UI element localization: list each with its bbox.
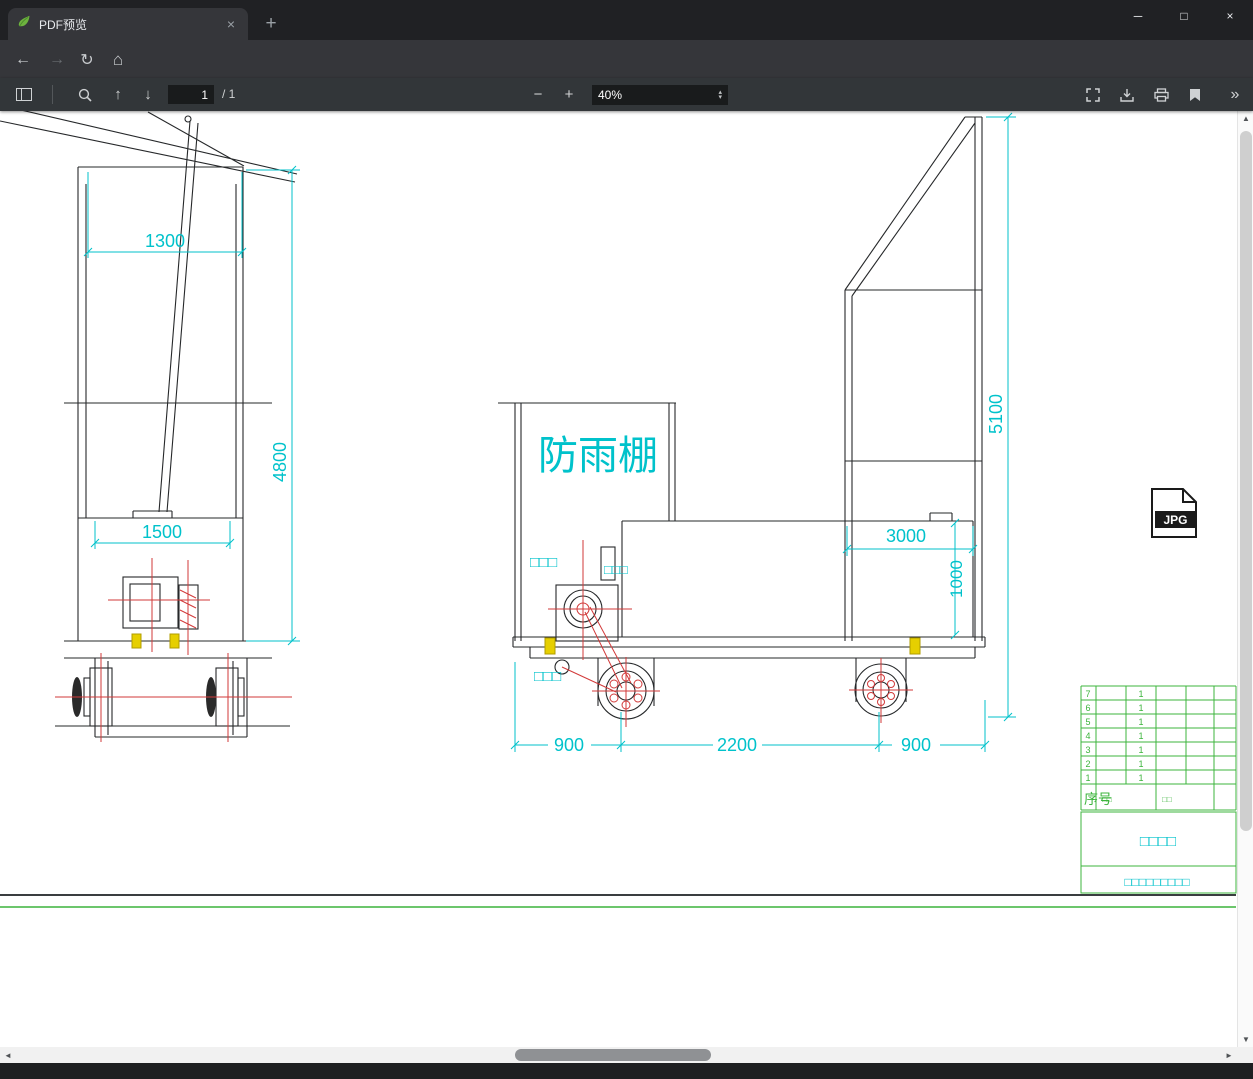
scrollbar-corner — [1237, 1047, 1253, 1063]
cad-drawing: 1300 4800 1500 防雨棚 □□□ □□□ □□□ 3000 1000… — [0, 106, 1237, 908]
horizontal-scrollbar[interactable]: ◄ ► — [0, 1047, 1237, 1063]
dim-tank-height: 1000 — [947, 560, 966, 598]
dim-wheelbase-right: 900 — [901, 735, 931, 755]
title-block-row-qty: 1 — [1138, 731, 1143, 741]
download-icon[interactable] — [1114, 78, 1140, 111]
next-page-icon[interactable]: ↓ — [136, 78, 160, 111]
title-block-col-b-header: □□ — [1102, 795, 1112, 804]
reload-icon[interactable]: ↻ — [74, 47, 100, 73]
title-block-row-number: 7 — [1085, 689, 1090, 699]
jpg-badge-label: JPG — [1163, 513, 1187, 527]
zoom-value: 40% — [598, 88, 623, 102]
back-icon[interactable]: ← — [10, 47, 36, 73]
navigation-bar: ← → ↻ ⌂ ⓘ localhost:8012/onlinePreview?u… — [0, 40, 1253, 113]
sidebar-toggle-icon[interactable] — [10, 78, 38, 111]
dim-tank-width: 3000 — [886, 526, 926, 546]
jpg-file-icon: JPG — [1151, 488, 1197, 538]
scroll-up-icon[interactable]: ▲ — [1238, 114, 1253, 123]
title-block-row-number: 6 — [1085, 703, 1090, 713]
dim-front-top-width: 1300 — [145, 231, 185, 251]
title-block-row-number: 1 — [1085, 773, 1090, 783]
tab-strip: PDF预览 × + ─ □ × — [0, 0, 1253, 40]
tab-favicon-leaf-icon — [16, 14, 31, 34]
dim-front-mid-width: 1500 — [142, 522, 182, 542]
title-block-footer-text: □□□□□□□□□ — [1124, 875, 1189, 889]
minimize-button[interactable]: ─ — [1115, 0, 1161, 32]
toolbar-divider — [52, 85, 53, 104]
dim-side-height: 5100 — [986, 394, 1006, 434]
maximize-button[interactable]: □ — [1161, 0, 1207, 32]
dim-wheelbase-left: 900 — [554, 735, 584, 755]
window-bottom-edge — [0, 1063, 1253, 1079]
bookmark-icon[interactable] — [1182, 78, 1208, 111]
select-caret-icon: ▴ ▾ — [718, 89, 722, 101]
new-tab-button[interactable]: + — [258, 11, 284, 37]
pdf-toolbar: ↑ ↓ / 1 − + 40% ▴▾ » — [0, 78, 1253, 111]
title-block-row-qty: 1 — [1138, 717, 1143, 727]
title-block-row-qty: 1 — [1138, 703, 1143, 713]
title-block-row-qty: 1 — [1138, 773, 1143, 783]
title-block-row-number: 5 — [1085, 717, 1090, 727]
cad-glyphs-a: □□□ — [530, 554, 557, 571]
fullscreen-icon[interactable] — [1080, 78, 1106, 111]
rain-shelter-label: 防雨棚 — [538, 434, 658, 478]
tab-title: PDF预览 — [39, 17, 88, 32]
print-icon[interactable] — [1148, 78, 1174, 111]
title-block-box-text: □□□□ — [1140, 833, 1176, 850]
dim-wheelbase-mid: 2200 — [717, 735, 757, 755]
search-icon[interactable] — [72, 78, 98, 111]
close-button[interactable]: × — [1207, 0, 1253, 32]
title-block-col-c-header: □□ — [1162, 795, 1172, 804]
zoom-out-icon[interactable]: − — [526, 78, 550, 111]
page-count-label: / 1 — [222, 87, 236, 101]
home-icon[interactable]: ⌂ — [105, 47, 131, 73]
pdf-viewport[interactable]: 1300 4800 1500 防雨棚 □□□ □□□ □□□ 3000 1000… — [0, 106, 1237, 1047]
zoom-select[interactable]: 40% ▴ ▾ — [592, 85, 728, 105]
forward-icon[interactable]: → — [44, 47, 70, 73]
title-block-row-qty: 1 — [1138, 745, 1143, 755]
scroll-right-icon[interactable]: ► — [1221, 1051, 1237, 1060]
browser-tab[interactable]: PDF预览 × — [8, 8, 248, 40]
vertical-scrollbar[interactable]: ▲ ▼ — [1237, 111, 1253, 1047]
cad-glyphs-c: □□□ — [534, 668, 561, 685]
horizontal-scroll-thumb[interactable] — [515, 1049, 711, 1061]
scroll-down-icon[interactable]: ▼ — [1238, 1035, 1253, 1044]
previous-page-icon[interactable]: ↑ — [106, 78, 130, 111]
title-block-row-qty: 1 — [1138, 759, 1143, 769]
title-block-row-number: 2 — [1085, 759, 1090, 769]
cad-front-view: 1300 4800 1500 — [0, 106, 300, 742]
title-block-row-number: 3 — [1085, 745, 1090, 755]
scroll-left-icon[interactable]: ◄ — [0, 1051, 16, 1060]
page-number-input[interactable] — [168, 85, 214, 104]
cad-title-block: 7 6 5 4 3 2 1 1 1 1 1 1 1 1 序号 □□ □□ □□□… — [1080, 685, 1237, 894]
title-block-row-number: 4 — [1085, 731, 1090, 741]
zoom-in-icon[interactable]: + — [557, 78, 581, 111]
tab-close-icon[interactable]: × — [222, 16, 240, 32]
toolbar-overflow-icon[interactable]: » — [1222, 78, 1248, 111]
vertical-scroll-thumb[interactable] — [1240, 131, 1252, 831]
cad-side-view: 防雨棚 □□□ □□□ □□□ 3000 1000 5100 900 2200 … — [498, 112, 1016, 755]
cad-glyphs-b: □□□ — [604, 562, 628, 577]
dim-front-height: 4800 — [270, 442, 290, 482]
window-controls: ─ □ × — [1115, 0, 1253, 32]
title-block-row-qty: 1 — [1138, 689, 1143, 699]
